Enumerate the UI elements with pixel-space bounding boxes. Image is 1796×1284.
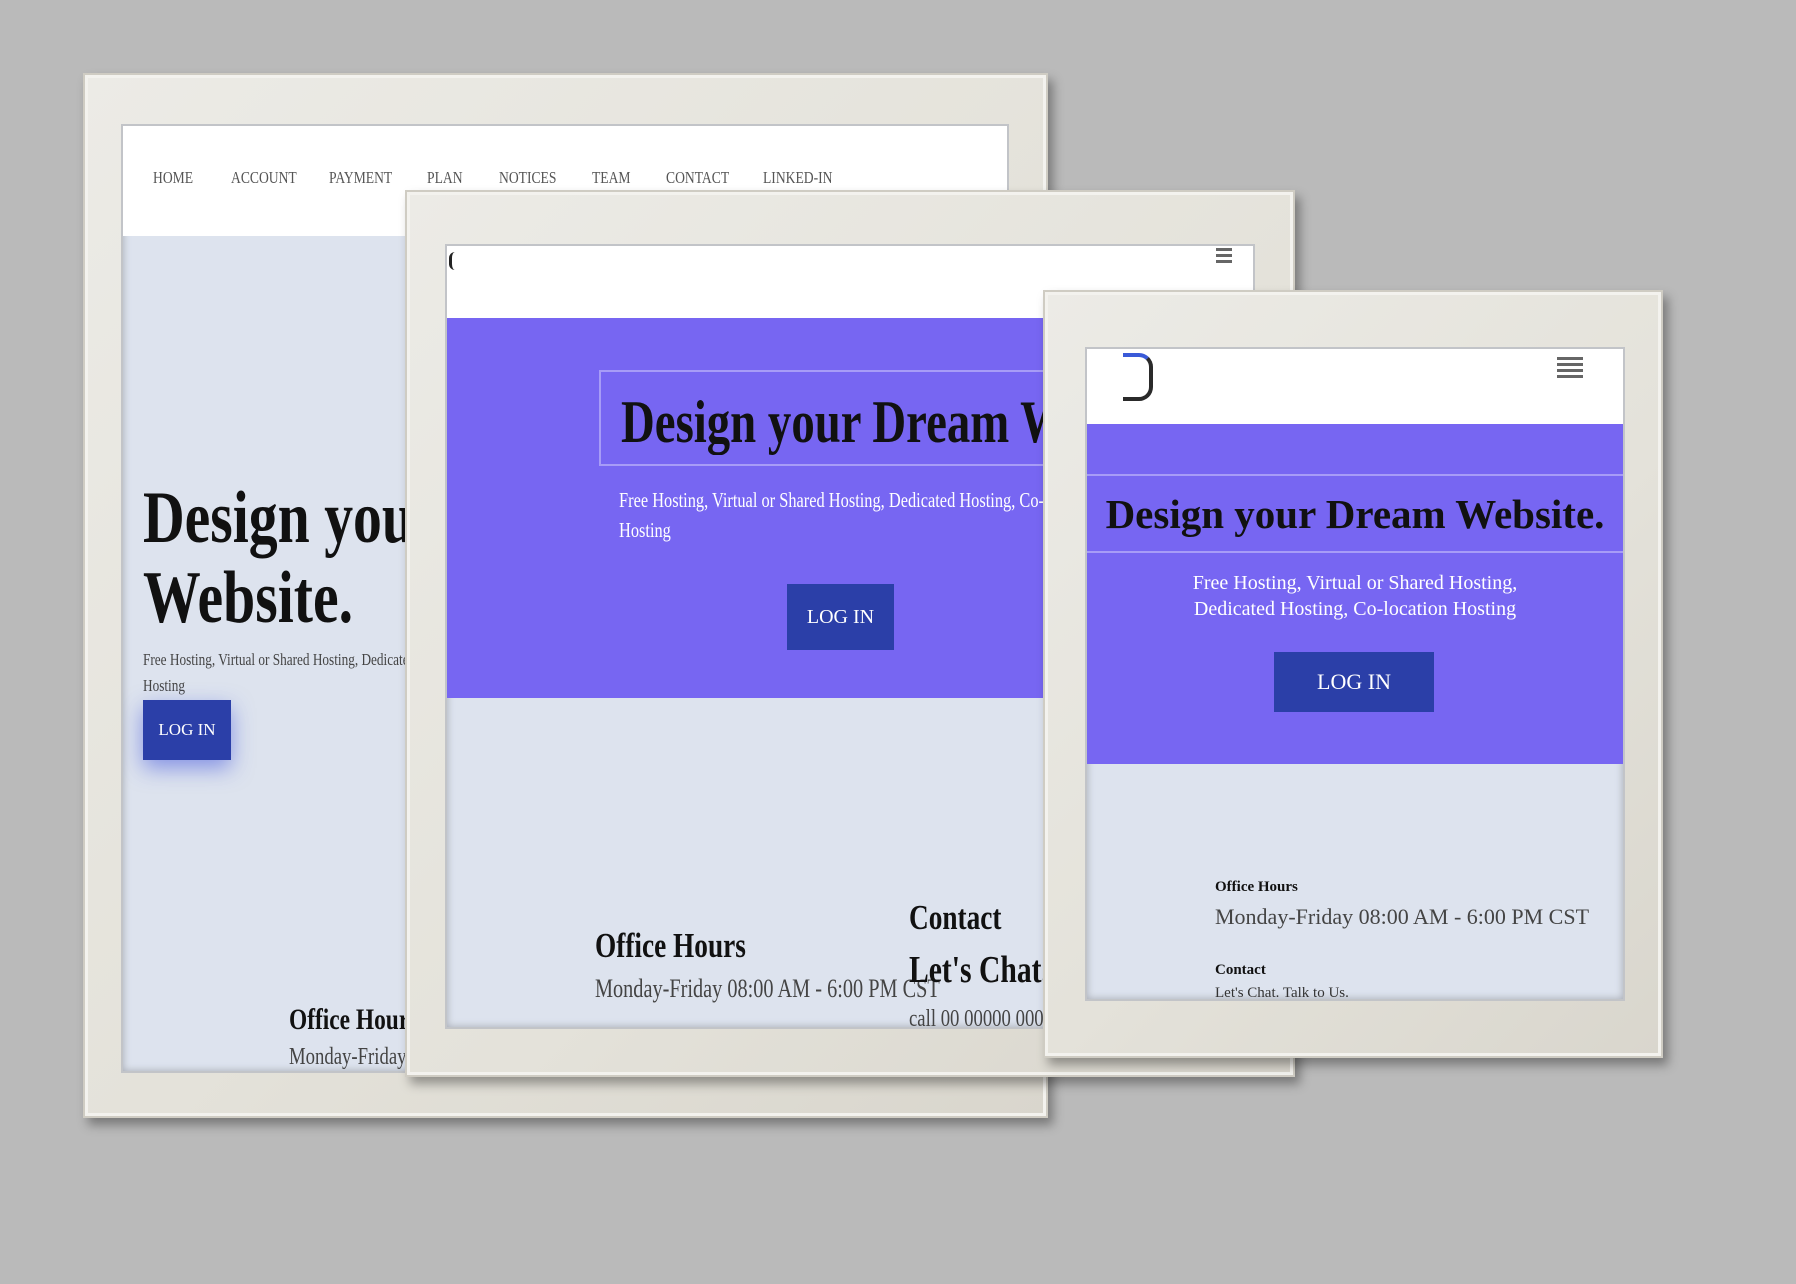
logo-icon[interactable]: [449, 252, 464, 270]
desktop-hero-subtitle-line2: Hosting: [143, 676, 185, 695]
mobile-contact-tagline: Let's Chat. Talk to Us.: [1215, 985, 1349, 1001]
mobile-hero-title: Design your Dream Website.: [1105, 491, 1605, 537]
tablet-contact-label: Contact: [909, 898, 1002, 937]
mobile-office-hours-label: Office Hours: [1215, 879, 1298, 895]
desktop-office-hours-label: Office Hours: [289, 1003, 419, 1036]
desktop-hero-title-line2: Website.: [143, 557, 354, 639]
desktop-hero-subtitle-line1: Free Hosting, Virtual or Shared Hosting,…: [143, 650, 444, 669]
nav-payment[interactable]: PAYMENT: [329, 168, 392, 188]
mobile-hero-title-divider-top: [1087, 474, 1623, 476]
tablet-hero-subtitle-line1: Free Hosting, Virtual or Shared Hosting,…: [619, 488, 1097, 512]
logo-icon[interactable]: [1123, 353, 1153, 401]
nav-home[interactable]: HOME: [153, 168, 193, 188]
nav-team[interactable]: TEAM: [592, 168, 631, 188]
nav-contact[interactable]: CONTACT: [666, 168, 729, 188]
mobile-login-button[interactable]: LOG IN: [1274, 652, 1434, 712]
mobile-mockup-frame: Design your Dream Website. Free Hosting,…: [1043, 290, 1663, 1058]
tablet-login-button[interactable]: LOG IN: [787, 584, 894, 650]
mobile-office-hours-value: Monday-Friday 08:00 AM - 6:00 PM CST: [1215, 904, 1590, 929]
hamburger-menu-icon[interactable]: [1557, 357, 1583, 381]
desktop-login-button[interactable]: LOG IN: [143, 700, 231, 760]
nav-notices[interactable]: NOTICES: [499, 168, 556, 188]
mobile-screen: Design your Dream Website. Free Hosting,…: [1085, 347, 1625, 1001]
tablet-hero-subtitle-line2: Hosting: [619, 518, 671, 542]
mobile-hero: Design your Dream Website. Free Hosting,…: [1087, 424, 1623, 764]
tablet-office-hours-label: Office Hours: [595, 926, 746, 965]
hamburger-menu-icon[interactable]: [1216, 248, 1232, 266]
nav-account[interactable]: ACCOUNT: [231, 168, 297, 188]
mobile-navbar: [1087, 349, 1623, 424]
nav-linkedin[interactable]: LINKED-IN: [763, 168, 832, 188]
mobile-hero-subtitle-line1: Free Hosting, Virtual or Shared Hosting,: [1192, 572, 1518, 594]
mobile-contact-label: Contact: [1215, 962, 1266, 978]
nav-plan[interactable]: PLAN: [427, 168, 463, 188]
mobile-hero-title-divider-bottom: [1087, 551, 1623, 553]
mobile-hero-subtitle-line2: Dedicated Hosting, Co-location Hosting: [1193, 598, 1517, 620]
tablet-office-hours-value: Monday-Friday 08:00 AM - 6:00 PM CST: [595, 974, 940, 1003]
tablet-contact-phone: call 00 00000 0000: [909, 1006, 1054, 1029]
